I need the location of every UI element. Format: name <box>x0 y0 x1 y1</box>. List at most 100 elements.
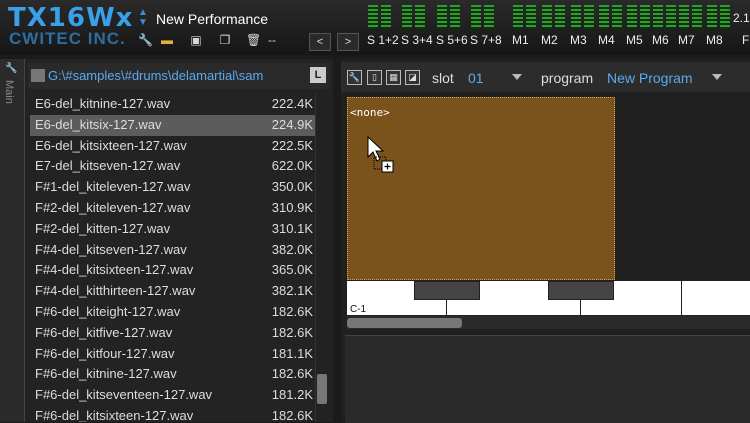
file-size: 222.5K <box>271 137 313 153</box>
level-meter <box>640 5 650 29</box>
file-size: 182.6K <box>271 407 313 422</box>
channel-label[interactable]: M1 <box>512 33 529 47</box>
edit-view-icon[interactable]: ◪ <box>405 70 420 85</box>
white-key-divider <box>681 281 682 315</box>
file-name: F#4-del_kitthirteen-127.wav <box>35 283 196 299</box>
program-dropdown-icon[interactable] <box>712 74 722 80</box>
file-size: 181.1K <box>271 345 313 361</box>
level-meter <box>471 5 481 29</box>
program-select[interactable]: New Program <box>607 70 693 86</box>
slot-dropdown-icon[interactable] <box>512 74 522 80</box>
file-size: 622.0K <box>271 158 313 174</box>
file-name: F#6-del_kitfour-127.wav <box>35 345 175 361</box>
file-row[interactable]: F#1-del_kiteleven-127.wav 350.0K <box>30 177 315 198</box>
file-name: F#2-del_kiteleven-127.wav <box>35 199 191 215</box>
single-view-icon[interactable]: ▯ <box>367 70 382 85</box>
file-size: 182.6K <box>271 324 313 340</box>
performance-up-down-icon[interactable]: ▲ ▼ <box>138 8 148 28</box>
level-meter <box>415 5 425 29</box>
channel-label[interactable]: M6 <box>652 33 669 47</box>
performance-name[interactable]: New Performance <box>156 11 268 27</box>
file-name: E6-del_kitnine-127.wav <box>35 96 171 111</box>
file-row[interactable]: F#6-del_kiteight-127.wav 182.6K <box>30 302 315 323</box>
version-label: 2.1 <box>733 11 750 25</box>
file-row[interactable]: F#6-del_kitseventeen-127.wav 181.2K <box>30 385 315 406</box>
file-name: F#6-del_kiteight-127.wav <box>35 303 181 319</box>
file-list-scroll-thumb[interactable] <box>317 374 327 404</box>
trash-icon[interactable]: 🗑 <box>246 33 261 47</box>
level-meter <box>526 5 536 29</box>
save-icon[interactable]: ▣ <box>189 33 203 47</box>
channel-label[interactable]: S 3+4 <box>401 33 433 47</box>
level-meter <box>450 5 460 29</box>
slot-select[interactable]: 01 <box>468 70 484 86</box>
black-key[interactable] <box>548 281 614 300</box>
file-row[interactable]: E7-del_kitseven-127.wav 622.0K <box>30 156 315 177</box>
file-row[interactable]: F#6-del_kitfour-127.wav 181.1K <box>30 344 315 365</box>
lock-path-button[interactable]: L <box>310 67 326 83</box>
file-name: E6-del_kitsix-127.wav <box>35 116 162 132</box>
zone-label: <none> <box>350 106 390 119</box>
file-row[interactable]: F#4-del_kitseven-127.wav 382.0K <box>30 240 315 261</box>
file-row[interactable]: F#6-del_kitfive-127.wav 182.6K <box>30 323 315 344</box>
channel-label[interactable]: M5 <box>626 33 643 47</box>
file-size: 224.9K <box>271 116 313 132</box>
file-name: F#6-del_kitsixteen-127.wav <box>35 407 194 422</box>
file-list[interactable]: E6-del_kitnine-127.wav 222.4K E6-del_kitsi… <box>30 94 315 422</box>
file-row[interactable]: F#4-del_kitsixteen-127.wav 365.0K <box>30 260 315 281</box>
folder-open-icon[interactable]: ▬ <box>160 33 174 47</box>
file-name: E6-del_kitsixteen-127.wav <box>35 137 187 153</box>
file-row[interactable]: E6-del_kitsixteen-127.wav 222.5K <box>30 136 315 157</box>
file-name: F#4-del_kitsixteen-127.wav <box>35 262 194 278</box>
level-meter <box>679 5 689 29</box>
file-row[interactable]: F#6-del_kitnine-127.wav 182.6K <box>30 364 315 385</box>
channel-label[interactable]: M3 <box>570 33 587 47</box>
level-meter <box>627 5 637 29</box>
level-meter <box>707 5 717 29</box>
path-field[interactable]: G:\#samples\#drums\delamartial\sam <box>48 68 288 83</box>
drag-cursor-icon <box>367 135 394 173</box>
wrench-icon[interactable]: 🔧 <box>5 63 19 75</box>
channel-label[interactable]: M8 <box>706 33 723 47</box>
main-tab[interactable]: Main <box>3 80 15 104</box>
black-key[interactable] <box>414 281 480 300</box>
prev-button[interactable]: < <box>309 33 331 51</box>
file-row[interactable]: F#2-del_kitten-127.wav 310.1K <box>30 219 315 240</box>
drive-icon[interactable] <box>31 69 45 82</box>
company-name: CWITEC INC. <box>9 29 126 48</box>
file-size: 350.0K <box>271 179 313 195</box>
app-logo: TX16Wx <box>8 3 134 33</box>
level-meter <box>437 5 447 29</box>
channel-label[interactable]: S 1+2 <box>367 33 399 47</box>
level-meter <box>542 5 552 29</box>
level-meter <box>402 5 412 29</box>
file-row[interactable]: E6-del_kitnine-127.wav 222.4K <box>30 94 315 115</box>
sample-zone[interactable] <box>347 97 615 280</box>
level-meter <box>381 5 391 29</box>
program-label: program <box>541 70 594 86</box>
next-button[interactable]: > <box>337 33 359 51</box>
channel-label[interactable]: M4 <box>598 33 615 47</box>
channel-label[interactable]: S 5+6 <box>436 33 468 47</box>
key-label: C-1 <box>350 304 367 315</box>
file-list-scrollbar[interactable] <box>315 94 330 422</box>
file-row[interactable]: E6-del_kitsix-127.wav 224.9K <box>30 114 315 136</box>
level-meter <box>368 5 378 29</box>
level-meter <box>484 5 494 29</box>
channel-label[interactable]: M7 <box>678 33 695 47</box>
channel-label[interactable]: M2 <box>541 33 558 47</box>
save-as-icon[interactable]: ❐ <box>218 33 232 47</box>
level-meter <box>513 5 523 29</box>
file-row[interactable]: F#6-del_kitsixteen-127.wav 182.6K <box>30 406 315 422</box>
channel-label[interactable]: S 7+8 <box>470 33 502 47</box>
file-row[interactable]: F#4-del_kitthirteen-127.wav 382.1K <box>30 281 315 302</box>
file-row[interactable]: F#2-del_kiteleven-127.wav 310.9K <box>30 198 315 219</box>
level-meter <box>653 5 663 29</box>
grid-view-icon[interactable]: ▦ <box>386 70 401 85</box>
file-name: F#6-del_kitnine-127.wav <box>35 366 177 382</box>
level-meter <box>692 5 702 29</box>
wrench-icon[interactable]: 🔧 <box>347 70 362 85</box>
wrench-icon[interactable]: 🔧 <box>138 33 153 47</box>
last-channel-label: F <box>742 33 750 47</box>
keyboard-scroll-thumb[interactable] <box>347 318 462 328</box>
